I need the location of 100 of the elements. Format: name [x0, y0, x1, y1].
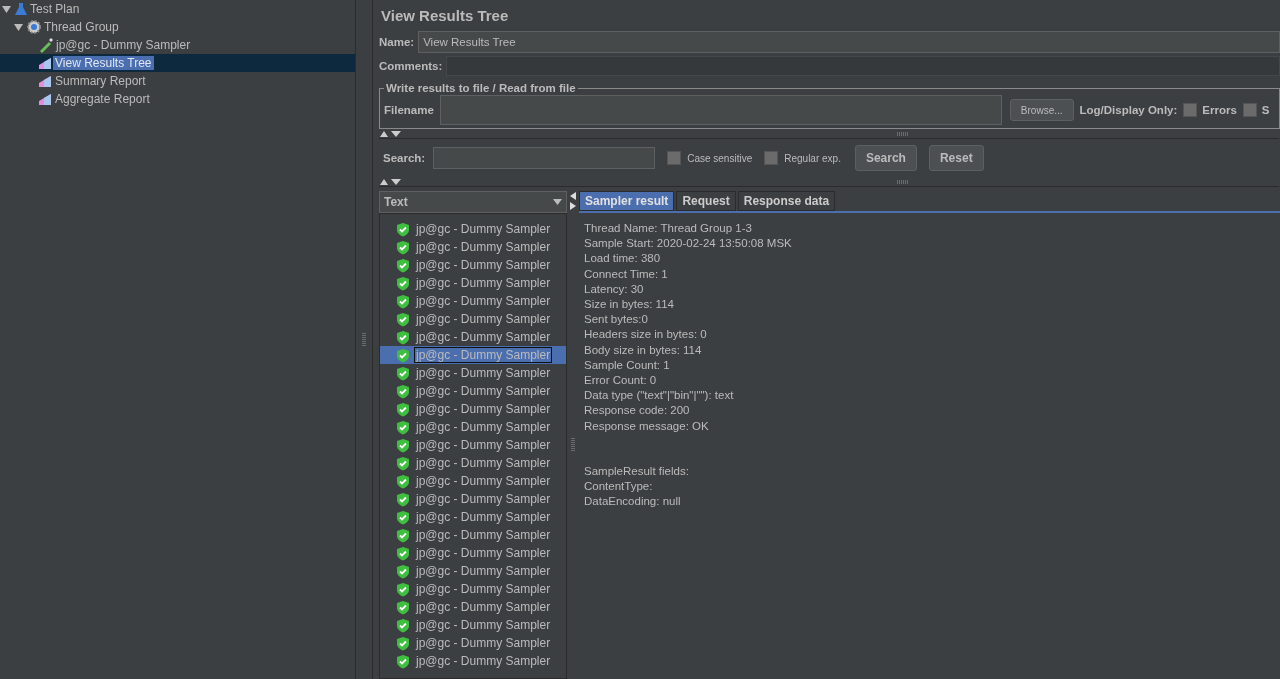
result-row[interactable]: jp@gc - Dummy Sampler [380, 436, 566, 454]
success-shield-icon [396, 311, 410, 327]
result-row[interactable]: jp@gc - Dummy Sampler [380, 562, 566, 580]
success-shield-icon [396, 293, 410, 309]
collapse-arrows-icon[interactable] [379, 129, 403, 138]
result-label: jp@gc - Dummy Sampler [414, 347, 553, 363]
grip-icon[interactable] [897, 131, 909, 136]
result-label: jp@gc - Dummy Sampler [414, 563, 552, 579]
result-row[interactable]: jp@gc - Dummy Sampler [380, 508, 566, 526]
detail-line: DataEncoding: null [584, 494, 682, 510]
action-button[interactable]: Search [854, 145, 917, 171]
tree-row[interactable]: View Results Tree [0, 54, 355, 72]
detail-line: SampleResult fields: [584, 463, 690, 479]
splitter-grip-icon[interactable] [571, 438, 575, 452]
detail-line: Response message: OK [584, 418, 710, 434]
success-shield-icon [396, 347, 410, 363]
success-shield-icon [396, 455, 410, 471]
group-legend: Write results to file / Read from file [384, 82, 578, 94]
result-label: jp@gc - Dummy Sampler [414, 401, 552, 417]
action-button[interactable]: Reset [928, 145, 984, 171]
expand-toggle-icon[interactable] [14, 22, 23, 32]
result-row[interactable]: jp@gc - Dummy Sampler [380, 382, 566, 400]
tree-label: jp@gc - Dummy Sampler [54, 38, 192, 52]
success-shield-icon [396, 365, 410, 381]
tab[interactable]: Response data [737, 191, 836, 211]
dropdown-arrow-icon [553, 199, 562, 205]
tree-row[interactable]: Thread Group [0, 18, 355, 36]
result-row[interactable]: jp@gc - Dummy Sampler [380, 238, 566, 256]
success-shield-icon [396, 527, 410, 543]
detail-line: Sent bytes:0 [584, 312, 649, 328]
result-row[interactable]: jp@gc - Dummy Sampler [380, 652, 566, 670]
result-row[interactable]: jp@gc - Dummy Sampler [380, 598, 566, 616]
splitter-grip-icon[interactable] [362, 332, 366, 347]
tree-row[interactable]: Test Plan [0, 0, 355, 18]
detail-line: Data type ("text"|"bin"|""): text [584, 388, 735, 404]
result-label: jp@gc - Dummy Sampler [414, 329, 552, 345]
checkbox[interactable] [667, 151, 682, 165]
detail-line: Error Count: 0 [584, 373, 658, 389]
pipette-icon [38, 37, 54, 53]
detail-line: Thread Name: Thread Group 1-3 [584, 221, 753, 236]
success-shield-icon [396, 275, 410, 291]
result-row[interactable]: jp@gc - Dummy Sampler [380, 364, 566, 382]
result-label: jp@gc - Dummy Sampler [414, 509, 552, 525]
success-shield-icon [396, 545, 410, 561]
grip-icon[interactable] [897, 179, 909, 184]
success-shield-icon [396, 239, 410, 255]
result-row[interactable]: jp@gc - Dummy Sampler [380, 418, 566, 436]
success-shield-icon [396, 419, 410, 435]
tree-row[interactable]: jp@gc - Dummy Sampler [0, 36, 355, 54]
gear-icon [26, 19, 42, 35]
tree-label: Thread Group [43, 20, 120, 34]
result-row[interactable]: jp@gc - Dummy Sampler [380, 544, 566, 562]
splitter-arrows-icon[interactable] [569, 191, 577, 211]
comments-label: Comments: [379, 60, 443, 72]
success-shield-icon [396, 491, 410, 507]
search-field[interactable] [433, 147, 656, 169]
search-label: Search: [383, 152, 426, 164]
detail-line: Sample Start: 2020-02-24 13:50:08 MSK [584, 236, 793, 252]
expand-toggle-icon[interactable] [2, 4, 11, 14]
result-row[interactable]: jp@gc - Dummy Sampler [380, 634, 566, 652]
result-label: jp@gc - Dummy Sampler [414, 383, 552, 399]
tree-row[interactable]: Aggregate Report [0, 90, 355, 108]
result-row[interactable]: jp@gc - Dummy Sampler [380, 472, 566, 490]
result-row[interactable]: jp@gc - Dummy Sampler [380, 580, 566, 598]
browse-button[interactable]: Browse... [1009, 99, 1074, 121]
result-label: jp@gc - Dummy Sampler [414, 455, 552, 471]
result-row[interactable]: jp@gc - Dummy Sampler [380, 400, 566, 418]
detail-line: Sample Count: 1 [584, 357, 671, 373]
result-label: jp@gc - Dummy Sampler [414, 221, 552, 237]
result-row[interactable]: jp@gc - Dummy Sampler [380, 526, 566, 544]
tab[interactable]: Sampler result [579, 191, 675, 211]
result-row[interactable]: jp@gc - Dummy Sampler [380, 328, 566, 346]
success-shield-icon [396, 563, 410, 579]
result-row[interactable]: jp@gc - Dummy Sampler [380, 310, 566, 328]
name-field[interactable]: View Results Tree [418, 31, 1280, 53]
checkbox[interactable] [764, 151, 779, 165]
renderer-dropdown[interactable]: Text [379, 191, 567, 213]
result-row[interactable]: jp@gc - Dummy Sampler [380, 220, 566, 238]
success-shield-icon [396, 599, 410, 615]
option-label: Errors [1202, 104, 1237, 116]
tree-row[interactable]: Summary Report [0, 72, 355, 90]
success-shield-icon [396, 635, 410, 651]
result-row[interactable]: jp@gc - Dummy Sampler [380, 616, 566, 634]
result-row[interactable]: jp@gc - Dummy Sampler [380, 490, 566, 508]
filename-label: Filename [384, 104, 434, 116]
collapse-arrows-icon[interactable] [379, 177, 403, 186]
chart-icon [38, 74, 53, 88]
result-row[interactable]: jp@gc - Dummy Sampler [380, 292, 566, 310]
success-shield-icon [396, 401, 410, 417]
detail-line: Load time: 380 [584, 251, 662, 267]
checkbox[interactable] [1183, 103, 1198, 117]
filename-field[interactable] [439, 95, 1002, 125]
result-row[interactable]: jp@gc - Dummy Sampler [380, 256, 566, 274]
tab[interactable]: Request [676, 191, 736, 211]
result-label: jp@gc - Dummy Sampler [414, 473, 552, 489]
result-row[interactable]: jp@gc - Dummy Sampler [380, 274, 566, 292]
panel-title: View Results Tree [380, 6, 510, 26]
result-row[interactable]: jp@gc - Dummy Sampler [380, 454, 566, 472]
result-label: jp@gc - Dummy Sampler [414, 581, 552, 597]
checkbox[interactable] [1242, 103, 1257, 117]
